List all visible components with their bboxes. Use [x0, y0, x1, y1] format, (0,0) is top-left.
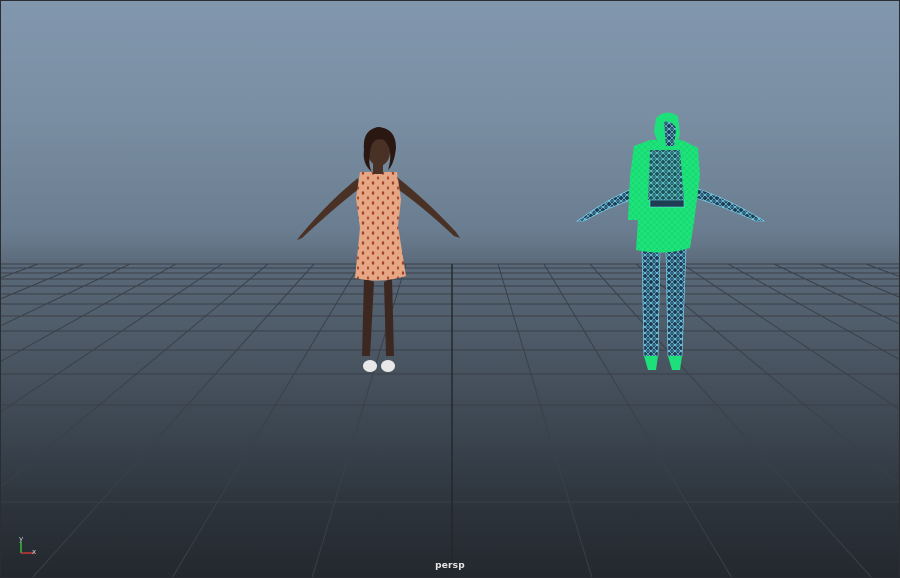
camera-name-label: persp	[435, 561, 465, 571]
textured-character[interactable]	[297, 127, 460, 372]
axis-label-x: x	[32, 548, 37, 556]
perspective-viewport[interactable]: y x persp	[0, 0, 900, 578]
scene-figures	[297, 112, 766, 372]
axis-label-y: y	[19, 535, 24, 543]
wireframe-character[interactable]	[575, 112, 766, 370]
